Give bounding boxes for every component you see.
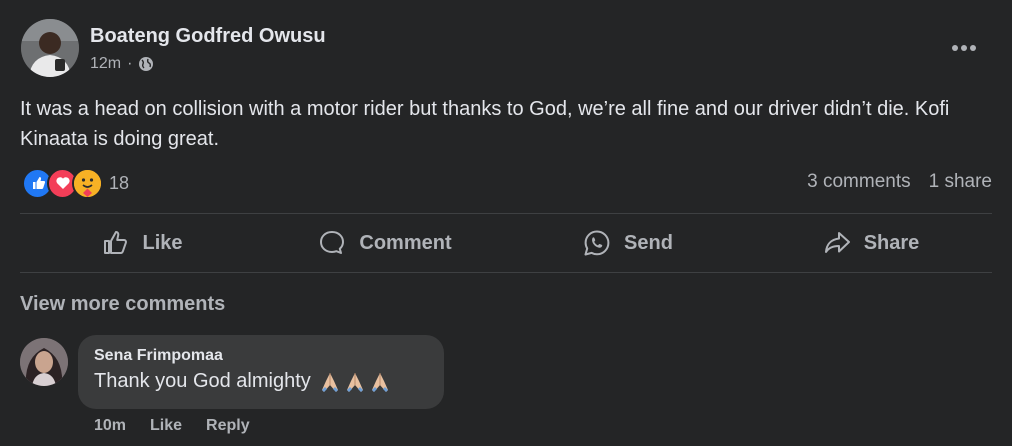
comment-like-button[interactable]: Like xyxy=(150,417,182,435)
praying-hands-emojis xyxy=(319,371,391,393)
comment-bubble: Sena Frimpomaa Thank you God almighty xyxy=(78,335,444,409)
care-icon xyxy=(72,167,103,199)
share-button[interactable]: Share xyxy=(749,214,992,272)
more-dots-icon xyxy=(952,45,976,51)
reaction-count: 18 xyxy=(109,172,130,193)
post-meta: 12m · xyxy=(90,55,154,73)
post-text: It was a head on collision with a motor … xyxy=(20,98,950,150)
comment-bubble-icon xyxy=(320,231,345,254)
whatsapp-icon xyxy=(584,230,610,256)
comments-count[interactable]: 3 comments xyxy=(807,171,910,193)
shares-count[interactable]: 1 share xyxy=(929,171,992,193)
comment-button[interactable]: Comment xyxy=(263,214,506,272)
like-label: Like xyxy=(142,231,183,254)
post-card: Boateng Godfred Owusu 12m · It was a hea… xyxy=(0,0,1012,446)
view-more-comments-link[interactable]: View more comments xyxy=(20,293,225,316)
share-label: Share xyxy=(863,231,920,254)
send-button[interactable]: Send xyxy=(506,214,749,272)
send-label: Send xyxy=(624,231,673,254)
post-actions: Like Comment Send Share xyxy=(20,214,992,272)
comment-author[interactable]: Sena Frimpomaa xyxy=(94,347,428,365)
author-avatar[interactable] xyxy=(21,19,79,77)
more-options-button[interactable] xyxy=(944,30,984,66)
praying-hands-icon xyxy=(371,372,388,392)
share-arrow-icon xyxy=(824,232,850,253)
comment-text: Thank you God almighty xyxy=(94,370,311,392)
praying-hands-icon xyxy=(346,372,363,392)
thumbs-up-icon xyxy=(104,231,128,254)
comment-text-row: Thank you God almighty xyxy=(94,370,428,393)
author-name[interactable]: Boateng Godfred Owusu xyxy=(90,25,326,48)
commenter-avatar[interactable] xyxy=(20,338,68,386)
comment-time[interactable]: 10m xyxy=(94,417,126,435)
post-time[interactable]: 12m xyxy=(90,55,121,73)
praying-hands-icon xyxy=(321,372,338,392)
comment-meta: 10m Like Reply xyxy=(94,417,250,435)
comment-label: Comment xyxy=(359,231,452,254)
comment-reply-button[interactable]: Reply xyxy=(206,417,250,435)
post-stats: 3 comments 1 share xyxy=(807,171,992,193)
like-button[interactable]: Like xyxy=(20,214,263,272)
divider-bottom xyxy=(20,272,992,273)
reactions-summary[interactable]: 18 xyxy=(22,167,130,199)
globe-icon[interactable] xyxy=(138,56,154,72)
